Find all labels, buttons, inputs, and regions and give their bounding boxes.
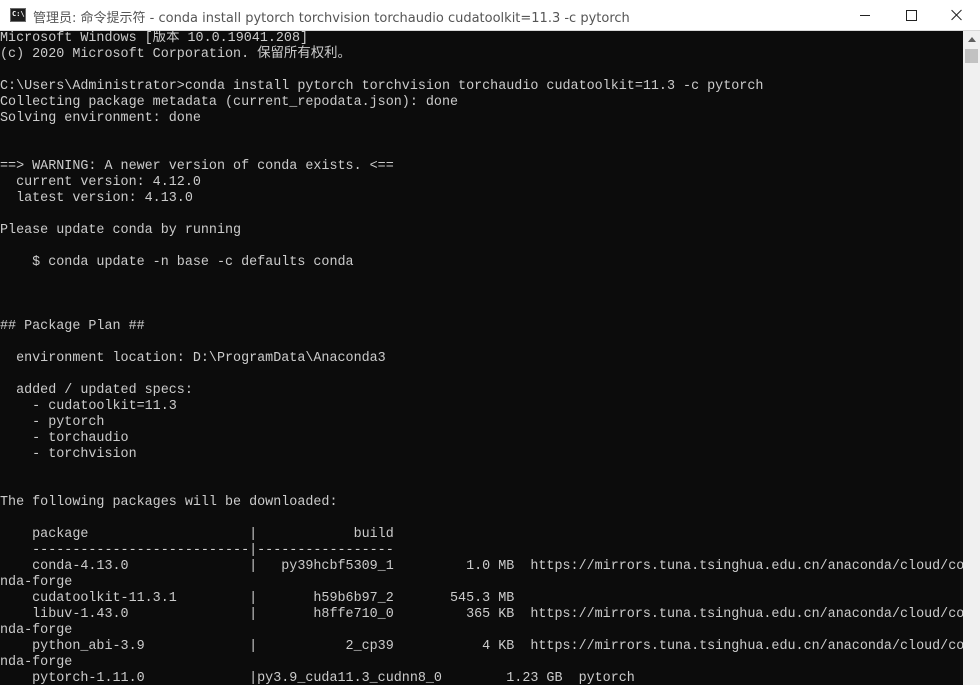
console-line: nda-forge: [0, 575, 73, 590]
console-line: - cudatoolkit=11.3: [0, 399, 177, 414]
console-line: [0, 367, 963, 383]
console-line: [0, 207, 963, 223]
console-line: Solving environment: done: [0, 111, 201, 126]
console-line: The following packages will be downloade…: [0, 495, 338, 510]
console-line: [0, 303, 963, 319]
console-line: [0, 463, 963, 479]
console-line: [0, 239, 963, 255]
maximize-icon: [905, 9, 917, 21]
console-line: environment location: D:\ProgramData\Ana…: [0, 351, 386, 366]
scroll-up-button[interactable]: [963, 31, 980, 48]
console-line: ==> WARNING: A newer version of conda ex…: [0, 159, 394, 174]
vertical-scrollbar[interactable]: [963, 31, 980, 685]
console-line: [0, 271, 963, 287]
console-line: [0, 479, 963, 495]
console-line: cudatoolkit-11.3.1 | h59b6b97_2 545.3 MB: [0, 591, 515, 606]
close-icon: [951, 9, 963, 21]
console-line: python_abi-3.9 | 2_cp39 4 KB https://mir…: [0, 639, 963, 654]
console-line: - torchaudio: [0, 431, 129, 446]
console-line: current version: 4.12.0: [0, 175, 201, 190]
minimize-button[interactable]: [842, 0, 888, 30]
cmd-icon[interactable]: C:\.: [10, 8, 29, 22]
minimize-icon: [860, 14, 870, 16]
arrow-up-icon: [967, 37, 976, 42]
console-line: nda-forge: [0, 623, 73, 638]
console-line: libuv-1.43.0 | h8ffe710_0 365 KB https:/…: [0, 607, 963, 622]
console-line: latest version: 4.13.0: [0, 191, 193, 206]
console-line: ---------------------------|------------…: [0, 543, 394, 558]
window-title: 管理员: 命令提示符 - conda install pytorch torch…: [33, 11, 630, 26]
console-line: [0, 287, 963, 303]
console-output[interactable]: Microsoft Windows [版本 10.0.19041.208] (c)…: [0, 31, 963, 685]
close-button[interactable]: [934, 0, 980, 30]
cmd-icon-text: C:\.: [12, 10, 29, 18]
console-line: [0, 63, 963, 79]
console-line: added / updated specs:: [0, 383, 193, 398]
console-line: ## Package Plan ##: [0, 319, 145, 334]
maximize-button[interactable]: [888, 0, 934, 30]
console-line: (c) 2020 Microsoft Corporation. 保留所有权利。: [0, 47, 351, 62]
console-line: [0, 335, 963, 351]
console-line: pytorch-1.11.0 |py3.9_cuda11.3_cudnn8_0 …: [0, 671, 635, 685]
scroll-thumb[interactable]: [965, 49, 978, 63]
console-line: conda-4.13.0 | py39hcbf5309_1 1.0 MB htt…: [0, 559, 963, 574]
console-line: Microsoft Windows [版本 10.0.19041.208]: [0, 31, 309, 46]
console-line: package | build: [0, 527, 394, 542]
console-line: - pytorch: [0, 415, 105, 430]
console-line: [0, 511, 963, 527]
console-line: Please update conda by running: [0, 223, 242, 238]
console-line: $ conda update -n base -c defaults conda: [0, 255, 354, 270]
console-line: [0, 143, 963, 159]
console-line: [0, 127, 963, 143]
title-bar[interactable]: C:\. 管理员: 命令提示符 - conda install pytorch …: [0, 0, 980, 31]
console-line: Collecting package metadata (current_rep…: [0, 95, 459, 110]
console-line: C:\Users\Administrator>conda install pyt…: [0, 79, 764, 94]
console-line: nda-forge: [0, 655, 73, 670]
console-line: - torchvision: [0, 447, 137, 462]
